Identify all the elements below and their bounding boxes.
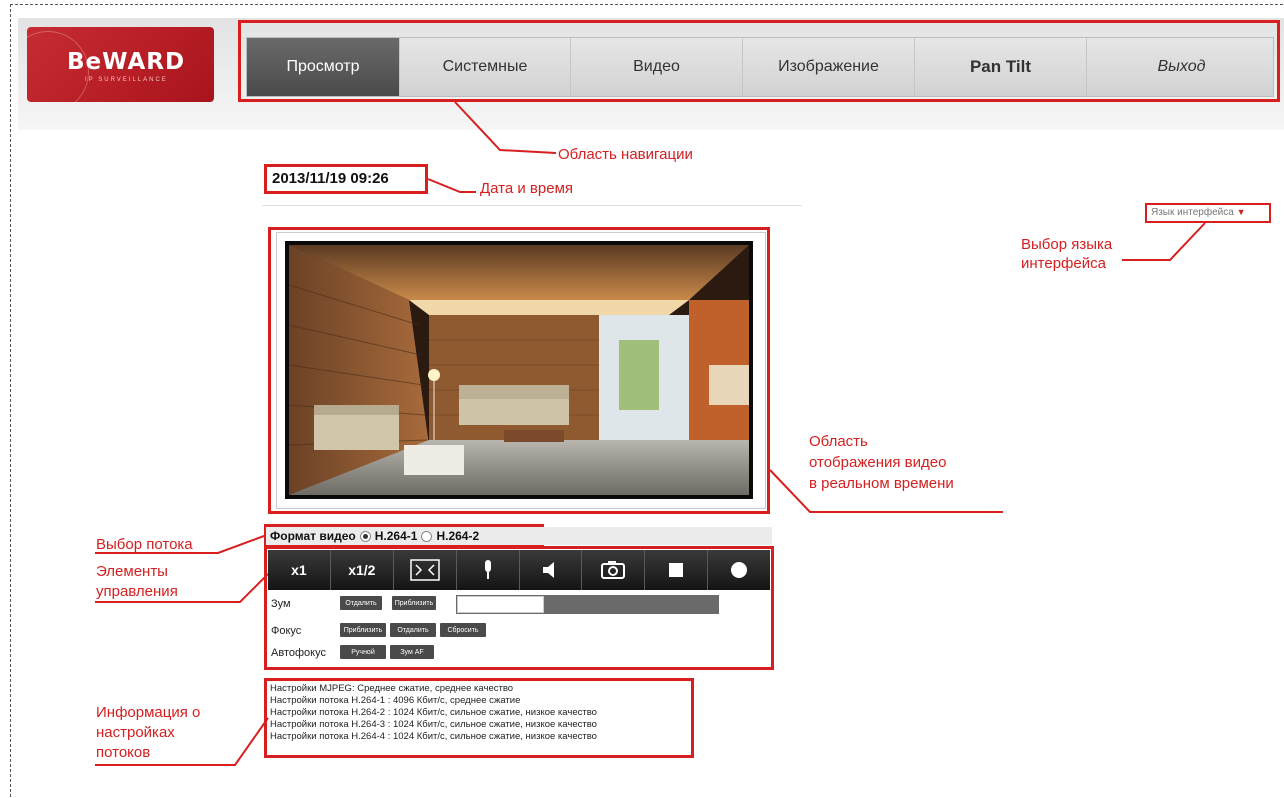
annotation-video-l3: в реальном времени: [809, 475, 954, 492]
logo-subtitle: IP SURVEILLANCE: [85, 77, 168, 83]
fit-screen-icon: [409, 559, 440, 581]
divider: [262, 205, 802, 206]
record-button[interactable]: [708, 550, 770, 590]
autofocus-label: Автофокус: [271, 647, 326, 659]
annotation-video-l2: отображения видео: [809, 454, 947, 471]
annotation-controls-l1: Элементы: [96, 563, 168, 580]
annotation-controls-l2: управления: [96, 583, 178, 600]
zoom-out-button[interactable]: Отдалить: [340, 596, 382, 610]
stream-h264-2-label[interactable]: H.264-2: [436, 529, 479, 543]
autofocus-zoom-af-button[interactable]: Зум AF: [390, 645, 434, 659]
stream-h264-1-label[interactable]: H.264-1: [375, 529, 418, 543]
zoom-label: Зум: [271, 598, 291, 610]
focus-reset-button[interactable]: Сбросить: [440, 623, 486, 637]
stream-info-line: Настройки потока H.264-2 : 1024 Кбит/с, …: [270, 707, 597, 718]
language-selector[interactable]: Язык интерфейса ▼: [1151, 207, 1246, 218]
stream-h264-2-radio[interactable]: [421, 530, 433, 542]
language-label: Язык интерфейса: [1151, 207, 1234, 218]
dropdown-arrow-icon: ▼: [1236, 207, 1246, 217]
annotation-stream-select: Выбор потока: [96, 536, 193, 553]
zoom-slider-fill[interactable]: [457, 596, 544, 613]
annotation-info-l2: настройках: [96, 724, 175, 741]
microphone-icon: [484, 560, 491, 579]
annotation-datetime: Дата и время: [480, 180, 574, 197]
annotation-language-l2: интерфейса: [1021, 255, 1106, 272]
playback-controls: x1 x1/2: [268, 550, 770, 590]
zoom-slider[interactable]: [456, 595, 719, 614]
annotation-info-l1: Информация о: [96, 704, 201, 721]
zoom-in-button[interactable]: Приблизить: [392, 596, 436, 610]
video-scene-image: [289, 245, 749, 495]
focus-far-button[interactable]: Отдалить: [390, 623, 436, 637]
speaker-button[interactable]: [519, 550, 583, 590]
stream-info-line: Настройки потока H.264-1 : 4096 Кбит/с, …: [270, 695, 521, 706]
snapshot-icon: [601, 561, 626, 579]
autofocus-manual-button[interactable]: Ручной: [340, 645, 386, 659]
zoom-half-button[interactable]: x1/2: [330, 550, 394, 590]
annotation-video-l1: Область: [809, 433, 868, 450]
annotation-nav-area: Область навигации: [558, 146, 693, 163]
stream-info-line: Настройки потока H.264-3 : 1024 Кбит/с, …: [270, 719, 597, 730]
annotation-language-l1: Выбор языка: [1021, 236, 1113, 253]
stream-format-label: Формат видео: [270, 529, 356, 543]
stream-info-line: Настройки MJPEG: Среднее сжатие, среднее…: [270, 683, 514, 694]
focus-label: Фокус: [271, 625, 302, 637]
stream-info-panel: Настройки MJPEG: Среднее сжатие, среднее…: [270, 683, 597, 743]
live-video-view[interactable]: [285, 241, 753, 499]
microphone-button[interactable]: [456, 550, 520, 590]
focus-near-button[interactable]: Приблизить: [340, 623, 386, 637]
logo-brand: BeWARD: [67, 49, 186, 75]
record-icon: [731, 562, 748, 578]
stream-info-line: Настройки потока H.264-4 : 1024 Кбит/с, …: [270, 731, 597, 742]
speaker-icon: [543, 562, 555, 578]
nav-highlight-box: [238, 20, 1280, 102]
annotation-info-l3: потоков: [96, 744, 151, 761]
beward-logo: BeWARD IP SURVEILLANCE: [27, 27, 214, 102]
date-time-display: 2013/11/19 09:26: [272, 170, 389, 187]
stream-selector: Формат видео H.264-1 H.264-2: [270, 529, 479, 543]
stop-button[interactable]: [645, 550, 709, 590]
fit-screen-button[interactable]: [393, 550, 457, 590]
stream-h264-1-radio[interactable]: [359, 530, 371, 542]
stop-icon: [669, 563, 684, 577]
zoom-1x-button[interactable]: x1: [268, 550, 331, 590]
snapshot-button[interactable]: [582, 550, 646, 590]
